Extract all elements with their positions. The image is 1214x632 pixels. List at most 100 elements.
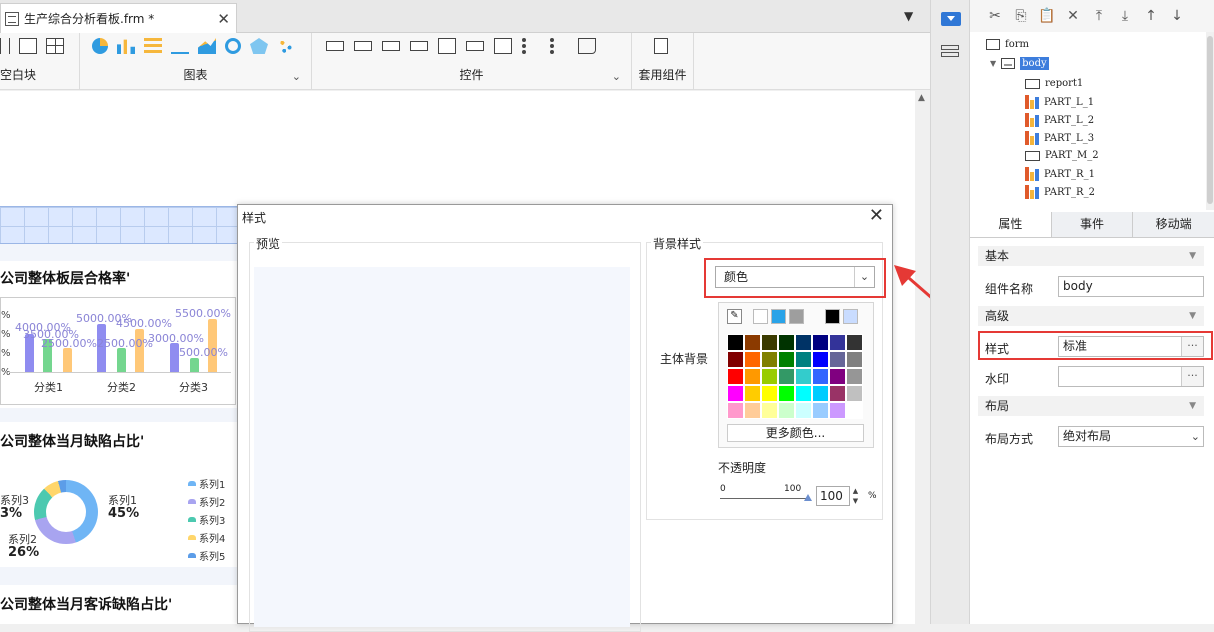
blank-block-icon[interactable] [0, 38, 10, 54]
color-swatch[interactable] [795, 368, 812, 385]
chevron-down-icon[interactable]: ▼ [1189, 396, 1196, 416]
opacity-slider-thumb[interactable] [804, 494, 812, 501]
opacity-input[interactable]: 100 [816, 486, 850, 506]
expand-icon[interactable]: ▼ [990, 59, 996, 68]
delete-icon[interactable]: ✕ [1064, 8, 1082, 24]
color-swatch[interactable] [825, 309, 840, 324]
chevron-down-icon[interactable]: ⌄ [612, 70, 621, 83]
color-swatch[interactable] [843, 309, 858, 324]
color-swatch[interactable] [778, 402, 795, 419]
color-swatch[interactable] [744, 385, 761, 402]
color-swatch[interactable] [829, 334, 846, 351]
widget-panel-icon[interactable] [941, 12, 961, 26]
spin-down-icon[interactable]: ▼ [850, 496, 861, 506]
opacity-spinner[interactable]: ▲ ▼ [850, 486, 861, 506]
tree-scrollbar[interactable] [1206, 32, 1214, 210]
color-swatch[interactable] [846, 334, 863, 351]
bar-chart-icon[interactable] [117, 39, 135, 54]
color-swatch[interactable] [744, 334, 761, 351]
label-icon[interactable] [354, 41, 372, 51]
tree-node-part[interactable]: PART_L_3 [1025, 131, 1094, 145]
chevron-down-icon[interactable]: ▼ [1189, 246, 1196, 266]
tree-node-form[interactable]: form [986, 39, 1029, 50]
tab-events[interactable]: 事件 [1052, 212, 1134, 237]
tree-node-part[interactable]: PART_M_2 [1025, 150, 1099, 161]
color-swatch[interactable] [761, 385, 778, 402]
layout-panel-icon[interactable] [941, 45, 959, 59]
tree-node-part[interactable]: PART_R_2 [1025, 185, 1095, 199]
scroll-up-icon[interactable]: ▲ [918, 93, 925, 103]
horizontal-bar-icon[interactable] [144, 38, 162, 54]
move-down-icon[interactable]: ↓ [1168, 8, 1186, 24]
color-swatch[interactable] [829, 385, 846, 402]
color-swatch[interactable] [829, 368, 846, 385]
color-swatch[interactable] [812, 385, 829, 402]
more-options-icon[interactable]: ··· [1181, 367, 1203, 386]
color-swatch[interactable] [761, 402, 778, 419]
section-advanced[interactable]: 高级 ▼ [978, 306, 1204, 326]
color-swatch[interactable] [744, 351, 761, 368]
scatter-chart-icon[interactable] [277, 38, 295, 54]
color-swatch[interactable] [812, 351, 829, 368]
tab-menu-icon[interactable]: ▼ [904, 9, 913, 23]
split-block-icon[interactable] [19, 38, 37, 54]
move-bottom-icon[interactable]: ⤓ [1116, 8, 1134, 24]
color-swatch[interactable] [727, 351, 744, 368]
radar-chart-icon[interactable] [250, 38, 268, 54]
section-basic[interactable]: 基本 ▼ [978, 246, 1204, 266]
text-box-icon[interactable] [326, 41, 344, 51]
tree-node-part[interactable]: PART_L_1 [1025, 95, 1094, 109]
report-grid-strip[interactable] [0, 206, 240, 244]
dropdown-icon[interactable] [410, 41, 428, 51]
donut-chart[interactable] [34, 480, 98, 544]
line-chart-icon[interactable] [171, 38, 189, 54]
tree-node-part[interactable]: PART_R_1 [1025, 167, 1095, 181]
watermark-input[interactable]: ··· [1058, 366, 1204, 387]
color-swatch[interactable] [744, 368, 761, 385]
color-swatch[interactable] [778, 334, 795, 351]
color-swatch[interactable] [829, 351, 846, 368]
copy-icon[interactable]: ⎘ [1012, 8, 1030, 24]
color-swatch[interactable] [753, 309, 768, 324]
cut-icon[interactable]: ✂ [986, 8, 1004, 24]
color-swatch[interactable] [795, 351, 812, 368]
button-icon[interactable] [382, 41, 400, 51]
document-tab[interactable]: 生产综合分析看板.frm * ✕ [0, 3, 237, 33]
color-swatch[interactable] [812, 402, 829, 419]
gauge-chart-icon[interactable] [225, 38, 241, 54]
area-chart-icon[interactable] [198, 38, 216, 54]
eyedropper-icon[interactable]: ✎ [727, 309, 742, 324]
more-colors-button[interactable]: 更多颜色... [727, 424, 864, 442]
table-block-icon[interactable] [46, 38, 64, 54]
color-swatch[interactable] [727, 402, 744, 419]
color-swatch[interactable] [778, 368, 795, 385]
component-name-input[interactable]: body [1058, 276, 1204, 297]
color-swatch[interactable] [795, 402, 812, 419]
color-swatch[interactable] [846, 368, 863, 385]
color-swatch[interactable] [795, 334, 812, 351]
color-swatch[interactable] [829, 402, 846, 419]
color-swatch[interactable] [778, 351, 795, 368]
checkbox-group-icon[interactable] [550, 38, 568, 54]
color-swatch[interactable] [727, 368, 744, 385]
color-swatch[interactable] [795, 385, 812, 402]
close-tab-icon[interactable]: ✕ [217, 10, 230, 28]
bar-chart[interactable]: % % % % 4000.00% 3500.00% 2500.00% 5000.… [0, 297, 236, 405]
color-palette[interactable]: ✎ 更多颜色... [718, 302, 874, 448]
color-swatch[interactable] [846, 402, 863, 419]
text-area-icon[interactable] [494, 38, 512, 54]
color-swatch[interactable] [727, 385, 744, 402]
spin-up-icon[interactable]: ▲ [850, 486, 861, 496]
pie-chart-icon[interactable] [92, 38, 108, 54]
color-swatch[interactable] [846, 385, 863, 402]
date-picker-icon[interactable] [438, 38, 456, 54]
query-icon[interactable] [578, 38, 596, 54]
chevron-down-icon[interactable]: ▼ [1189, 306, 1196, 326]
color-swatch[interactable] [761, 334, 778, 351]
close-icon[interactable]: ✕ [869, 205, 884, 226]
tree-node-part[interactable]: PART_L_2 [1025, 113, 1094, 127]
color-swatch[interactable] [789, 309, 804, 324]
opacity-slider-track[interactable] [720, 498, 808, 499]
tree-node-report1[interactable]: report1 [1025, 78, 1083, 89]
color-swatch[interactable] [761, 368, 778, 385]
